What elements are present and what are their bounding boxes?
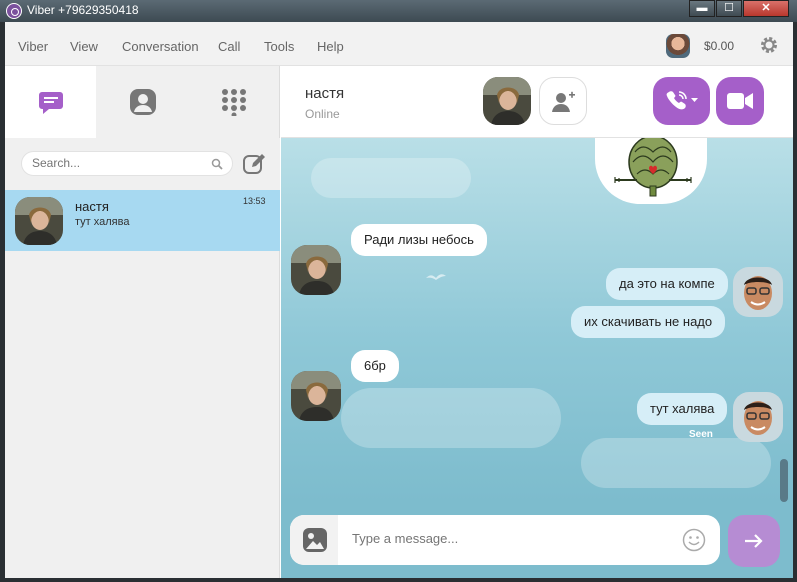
menu-help[interactable]: Help [317, 39, 344, 54]
background-cloud [311, 158, 471, 198]
search-field[interactable] [21, 151, 233, 176]
contact-status: Online [305, 107, 340, 121]
attach-media-button[interactable] [290, 515, 338, 565]
artichoke-sticker[interactable] [613, 138, 693, 204]
menu-view[interactable]: View [70, 39, 98, 54]
avatar [15, 197, 63, 245]
smiley-icon[interactable] [682, 528, 706, 552]
contact-icon [130, 89, 156, 115]
background-cloud [341, 388, 561, 448]
chat-bubble-icon [39, 92, 63, 114]
background-cloud [581, 438, 771, 488]
menu-tools[interactable]: Tools [264, 39, 294, 54]
add-contact-icon [552, 91, 575, 112]
maximize-button[interactable]: ☐ [716, 0, 742, 17]
outgoing-message[interactable]: тут халява [637, 393, 728, 425]
close-button[interactable]: ✕ [743, 0, 789, 17]
compose-icon[interactable] [242, 152, 266, 176]
app-frame: Viber View Conversation Call Tools Help … [5, 22, 793, 578]
seen-status: Seen [689, 429, 713, 440]
menu-call[interactable]: Call [218, 39, 240, 54]
compose-area [281, 502, 793, 578]
my-message-avatar[interactable] [733, 392, 783, 442]
balance-label[interactable]: $0.00 [704, 39, 734, 53]
video-camera-icon [727, 93, 753, 109]
video-call-button[interactable] [716, 77, 764, 125]
sidebar: настя тут халява 13:53 [5, 66, 280, 578]
contact-name[interactable]: настя [305, 85, 344, 102]
chat-time: 13:53 [243, 196, 266, 206]
window-title: Viber +79629350418 [27, 3, 139, 17]
incoming-message[interactable]: 6бр [351, 350, 399, 382]
menu-conversation[interactable]: Conversation [122, 39, 199, 54]
tab-dialpad[interactable] [188, 66, 279, 138]
tab-contacts[interactable] [97, 66, 188, 138]
gear-icon[interactable] [759, 35, 779, 55]
phone-icon [666, 91, 698, 110]
conversation-header: настя Online [281, 66, 793, 138]
dialpad-icon [222, 89, 246, 116]
menu-bar: Viber View Conversation Call Tools Help … [5, 22, 793, 66]
arrow-right-icon [745, 534, 763, 548]
tab-chats[interactable] [5, 66, 96, 138]
contact-message-avatar[interactable] [291, 371, 341, 421]
outgoing-message[interactable]: их скачивать не надо [571, 306, 726, 338]
compose-box [290, 515, 720, 565]
send-button[interactable] [728, 515, 780, 567]
incoming-message[interactable]: Ради лизы небось [351, 224, 487, 256]
search-input[interactable] [32, 156, 202, 170]
call-button[interactable] [653, 77, 710, 125]
contact-avatar[interactable] [483, 77, 531, 125]
bird-decoration [426, 274, 446, 280]
search-icon [211, 158, 223, 170]
my-message-avatar[interactable] [733, 267, 783, 317]
add-participant-button[interactable] [539, 77, 587, 125]
message-scrollbar[interactable] [780, 459, 788, 502]
my-avatar[interactable] [666, 34, 690, 58]
outgoing-message[interactable]: да это на компе [606, 268, 728, 300]
search-area [5, 138, 280, 190]
minimize-button[interactable]: ▬ [689, 0, 715, 17]
chat-list-item[interactable]: настя тут халява 13:53 [5, 190, 280, 251]
viber-app-icon [6, 3, 22, 19]
image-icon [303, 528, 327, 552]
menu-viber[interactable]: Viber [18, 39, 48, 54]
chat-name: настя [75, 199, 109, 214]
message-area: Ради лизы небось да это на компе их скач… [281, 138, 793, 502]
window-titlebar: Viber +79629350418 ▬ ☐ ✕ [0, 0, 797, 22]
message-input[interactable] [352, 531, 672, 546]
contact-message-avatar[interactable] [291, 245, 341, 295]
chat-preview: тут халява [75, 216, 130, 228]
